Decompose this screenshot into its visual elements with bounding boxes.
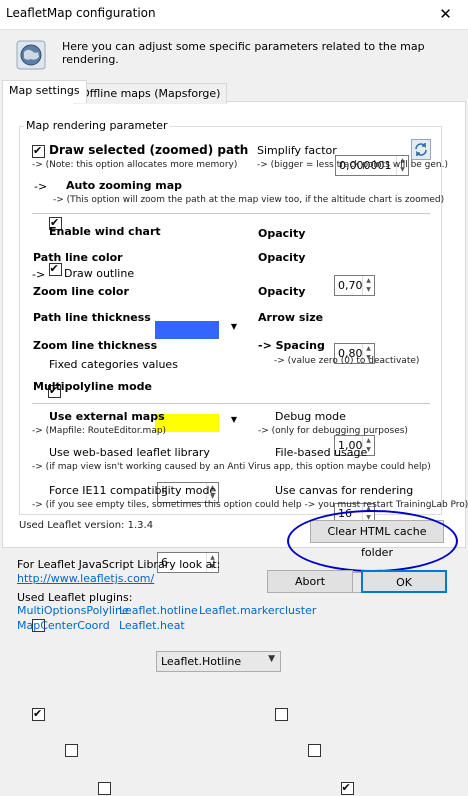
file-based-label: File-based usage — [275, 446, 368, 459]
draw-path-label: Draw selected (zoomed) path — [49, 143, 249, 157]
web-leaflet-hint: -> (if map view isn't working caused by … — [32, 462, 431, 472]
external-maps-hint: -> (Mapfile: RouteEditor.map) — [32, 426, 167, 436]
fixed-categories-label: Fixed categories values — [49, 358, 178, 371]
abort-button[interactable]: Abort — [267, 570, 353, 593]
highlight-ellipse — [287, 510, 458, 572]
simplify-label: Simplify factor — [257, 144, 337, 157]
arrow-size-label: Arrow size — [258, 311, 324, 324]
draw-path-hint: -> (Note: this option allocates more mem… — [32, 160, 238, 170]
path-line-color-label: Path line color — [33, 251, 123, 264]
spacing-hint: -> (value zero (0) to deactivate) — [274, 356, 420, 366]
force-ie11-label: Force IE11 compatibility mode — [49, 484, 217, 497]
close-button[interactable]: ✕ — [423, 0, 468, 30]
canvas-label: Use canvas for rendering — [275, 484, 414, 497]
globe-icon — [16, 40, 46, 70]
tab-offline-maps[interactable]: Offline maps (Mapsforge) — [74, 83, 228, 104]
separator — [32, 403, 430, 404]
path-line-color-picker[interactable]: ▼ — [153, 319, 239, 341]
opacity-label: Opacity — [258, 227, 306, 240]
plugin-link-multioptionspolyline[interactable]: MultiOptionsPolyline — [17, 604, 129, 617]
simplify-hint: -> (bigger = less track points will be g… — [257, 160, 449, 170]
chevron-down-icon: ▼ — [230, 322, 237, 331]
opacity-label: Opacity — [258, 285, 306, 298]
zoom-line-color-label: Zoom line color — [33, 285, 129, 298]
plugin-link-markercluster[interactable]: Leaflet.markercluster — [199, 604, 316, 617]
ok-button[interactable]: OK — [361, 570, 447, 593]
window-title: LeafletMap configuration — [6, 6, 156, 20]
web-leaflet-checkbox[interactable] — [65, 744, 78, 757]
refresh-icon[interactable] — [411, 139, 431, 160]
force-ie11-hint: -> (if you see empty tiles, sometimes th… — [32, 500, 468, 510]
draw-outline-label: Draw outline — [64, 267, 135, 280]
leafletjs-link[interactable]: http://www.leafletjs.com/ — [17, 572, 154, 585]
file-based-checkbox[interactable] — [307, 744, 321, 757]
wind-chart-checkbox[interactable] — [48, 261, 62, 277]
header-description: Here you can adjust some specific parame… — [62, 40, 425, 66]
plugins-text: Used Leaflet plugins: — [17, 591, 133, 604]
auto-zoom-label: Auto zooming map — [66, 179, 183, 192]
multipolyline-select[interactable]: Leaflet.Hotline ▼ — [156, 651, 281, 672]
spacing-label: -> Spacing — [258, 339, 325, 352]
debug-mode-hint: -> (only for debugging purposes) — [258, 426, 408, 436]
web-leaflet-label: Use web-based leaflet library — [49, 446, 210, 459]
group-title: Map rendering parameter — [24, 119, 170, 132]
force-ie11-checkbox[interactable] — [98, 782, 111, 795]
js-library-text: For Leaflet JavaScript Library look at: — [17, 558, 221, 571]
leaflet-version: Used Leaflet version: 1.3.4 — [19, 520, 154, 531]
multipolyline-label: Multipolyline mode — [33, 380, 152, 393]
separator — [32, 213, 430, 214]
tab-map-settings[interactable]: Map settings — [2, 80, 87, 103]
canvas-checkbox[interactable] — [340, 780, 354, 796]
path-line-thickness-label: Path line thickness — [33, 311, 151, 324]
external-maps-label: Use external maps — [49, 410, 165, 423]
plugin-link-hotline[interactable]: Leaflet.hotline — [119, 604, 198, 617]
wind-chart-label: Enable wind chart — [49, 225, 161, 238]
chevron-down-icon: ▼ — [230, 415, 237, 424]
external-maps-checkbox[interactable] — [32, 706, 45, 722]
plugin-link-heat[interactable]: Leaflet.heat — [119, 619, 185, 632]
opacity-wind-input[interactable]: 0,70 ▲ ▼ — [334, 275, 375, 296]
opacity-label: Opacity — [258, 251, 306, 264]
auto-zoom-hint: -> (This option will zoom the path at th… — [53, 195, 445, 205]
auto-zoom-prefix: -> — [34, 180, 48, 193]
debug-mode-checkbox[interactable] — [274, 708, 288, 721]
draw-path-checkbox[interactable] — [32, 143, 45, 159]
plugin-link-mapcentercoord[interactable]: MapCenterCoord — [17, 619, 110, 632]
zoom-line-thickness-label: Zoom line thickness — [33, 339, 158, 352]
chevron-down-icon: ▼ — [268, 654, 275, 664]
spin-arrows-icon: ▲ ▼ — [362, 276, 374, 295]
debug-mode-label: Debug mode — [275, 410, 346, 423]
draw-outline-prefix: -> — [32, 268, 46, 281]
